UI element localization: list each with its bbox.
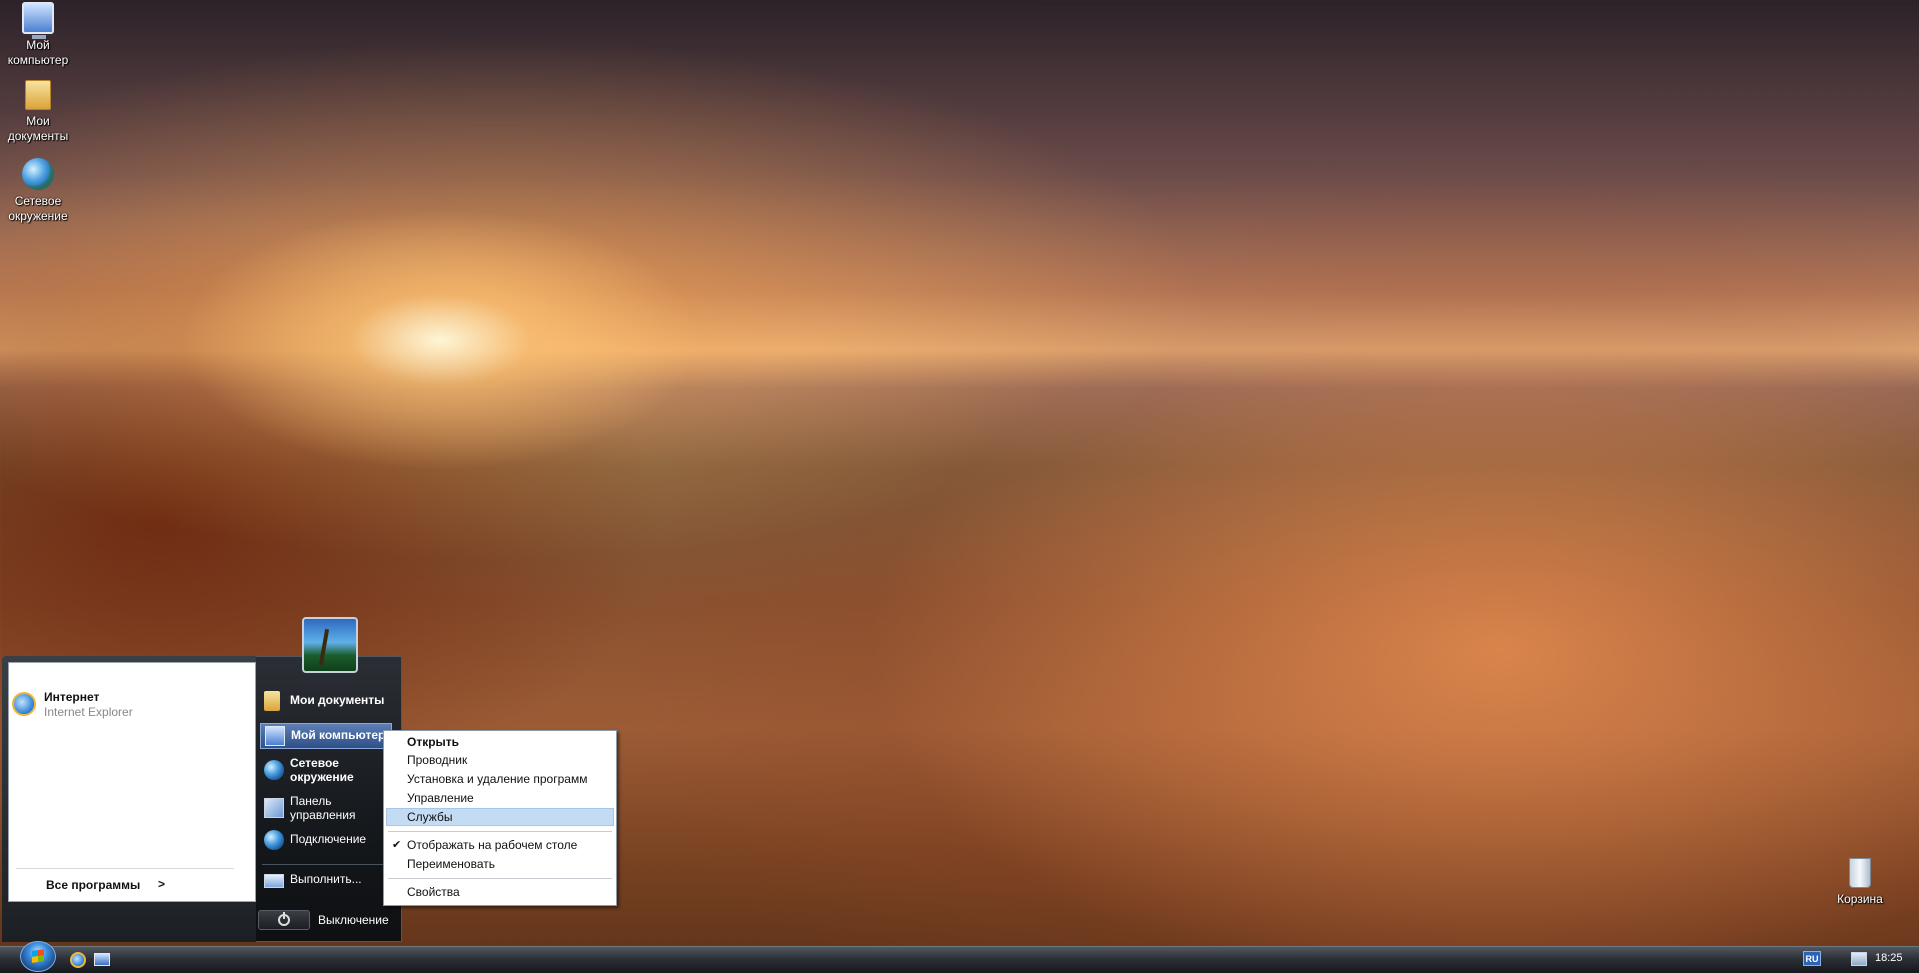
control-panel-icon bbox=[264, 798, 284, 818]
context-menu: Открыть Проводник Установка и удаление п… bbox=[383, 730, 617, 906]
desktop-icon-network[interactable]: Сетевое окружение bbox=[0, 158, 76, 224]
start-menu-internet-explorer[interactable]: Интернет Internet Explorer bbox=[12, 690, 242, 720]
desktop-icon-label: Мои документы bbox=[7, 114, 69, 143]
desktop-icon-my-computer[interactable]: Мой компьютер bbox=[0, 2, 76, 68]
divider bbox=[388, 878, 612, 879]
start-menu-item-label: Выполнить... bbox=[290, 872, 362, 886]
context-menu-item-add-remove-programs[interactable]: Установка и удаление программ bbox=[386, 770, 614, 788]
internet-explorer-icon[interactable] bbox=[70, 952, 86, 968]
show-desktop-icon[interactable] bbox=[94, 953, 110, 966]
power-icon bbox=[278, 912, 290, 926]
start-menu-item-label: Подключение bbox=[290, 832, 367, 846]
start-menu-item-label: Сетевое окружение bbox=[290, 756, 354, 784]
menu-item-label: Службы bbox=[407, 810, 453, 824]
context-menu-item-manage[interactable]: Управление bbox=[386, 789, 614, 807]
user-picture[interactable] bbox=[302, 617, 358, 673]
computer-icon bbox=[22, 2, 54, 39]
menu-item-label: Проводник bbox=[407, 753, 468, 767]
desktop-icon-recycle-bin[interactable]: Корзина bbox=[1822, 858, 1898, 907]
start-menu-item-network[interactable]: Сетевое окружение bbox=[260, 752, 392, 786]
start-menu-item-label: Панель управления bbox=[290, 794, 356, 822]
chevron-right-icon: > bbox=[158, 877, 166, 891]
network-tray-icon[interactable] bbox=[1851, 952, 1867, 966]
network-globe-icon bbox=[22, 158, 54, 190]
start-menu-item-my-documents[interactable]: Мои документы bbox=[260, 689, 392, 715]
network-globe-icon bbox=[264, 760, 284, 780]
divider bbox=[16, 868, 234, 869]
computer-icon bbox=[265, 726, 285, 746]
shutdown-label[interactable]: Выключение bbox=[318, 913, 389, 927]
divider bbox=[388, 831, 612, 832]
check-icon: ✔ bbox=[392, 839, 402, 851]
run-icon bbox=[264, 874, 284, 888]
context-menu-item-explorer[interactable]: Проводник bbox=[386, 751, 614, 769]
desktop-icon-label: Корзина bbox=[1837, 892, 1883, 906]
pinned-subtitle: Internet Explorer bbox=[44, 705, 133, 719]
menu-item-label: Переименовать bbox=[407, 857, 495, 871]
internet-explorer-icon bbox=[12, 692, 36, 716]
taskbar bbox=[0, 946, 1919, 973]
context-menu-item-rename[interactable]: Переименовать bbox=[386, 855, 614, 873]
menu-item-label: Установка и удаление программ bbox=[407, 772, 588, 786]
context-menu-item-properties[interactable]: Свойства bbox=[386, 883, 614, 901]
shutdown-button[interactable] bbox=[258, 910, 310, 930]
pinned-title: Интернет bbox=[44, 690, 100, 704]
folder-icon bbox=[25, 80, 51, 110]
recycle-bin-icon bbox=[1849, 858, 1871, 888]
language-indicator[interactable]: RU bbox=[1803, 951, 1821, 966]
connection-globe-icon bbox=[264, 830, 284, 850]
clock[interactable]: 18:25 bbox=[1875, 952, 1903, 964]
documents-folder-icon bbox=[264, 691, 280, 711]
desktop-icon-my-documents[interactable]: Мои документы bbox=[0, 80, 76, 144]
menu-item-label: Отображать на рабочем столе bbox=[407, 838, 578, 852]
start-menu-item-label: Мой компьютер bbox=[291, 728, 386, 742]
context-menu-item-open[interactable]: Открыть bbox=[386, 733, 614, 751]
start-menu-item-control-panel[interactable]: Панель управления bbox=[260, 790, 392, 824]
all-programs-button[interactable]: Все программы bbox=[46, 878, 140, 892]
menu-item-label: Открыть bbox=[407, 735, 460, 749]
start-menu-item-my-computer[interactable]: Мой компьютер bbox=[260, 723, 392, 749]
start-button[interactable] bbox=[20, 941, 56, 972]
divider bbox=[262, 864, 392, 865]
context-menu-item-services[interactable]: Службы bbox=[386, 808, 614, 826]
start-menu-item-run[interactable]: Выполнить... bbox=[260, 868, 392, 894]
start-menu-item-connect[interactable]: Подключение bbox=[260, 828, 392, 854]
menu-item-label: Управление bbox=[407, 791, 474, 805]
menu-item-label: Свойства bbox=[407, 885, 460, 899]
start-menu-item-label: Мои документы bbox=[290, 693, 385, 707]
context-menu-item-show-on-desktop[interactable]: ✔ Отображать на рабочем столе bbox=[386, 836, 614, 854]
desktop-icon-label: Мой компьютер bbox=[7, 38, 69, 67]
desktop-icon-label: Сетевое окружение bbox=[8, 194, 68, 223]
